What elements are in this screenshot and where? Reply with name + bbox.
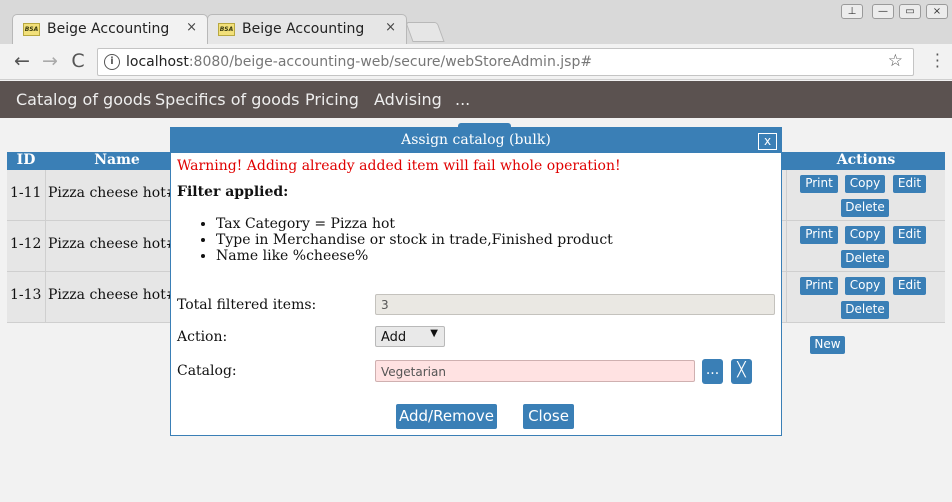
browser-tab-strip: BSA Beige Accounting × BSA Beige Account… xyxy=(0,0,952,44)
col-name-header: Name xyxy=(94,152,140,168)
filter-item: Name like %cheese% xyxy=(216,248,613,264)
warning-message: Warning! Adding already added item will … xyxy=(177,158,621,174)
row-name: Pizza cheese hot#2 xyxy=(48,236,187,252)
col-actions-header: Actions xyxy=(836,152,896,168)
new-button[interactable]: New xyxy=(810,336,845,354)
delete-button[interactable]: Delete xyxy=(841,250,889,268)
dialog-close-icon[interactable]: x xyxy=(758,133,777,150)
column-divider xyxy=(45,170,46,221)
total-items-field: 3 xyxy=(375,294,775,315)
browser-menu-icon[interactable]: · · · xyxy=(935,47,940,75)
tab-title: Beige Accounting xyxy=(47,21,170,37)
copy-button[interactable]: Copy xyxy=(845,175,885,193)
favicon-icon: BSA xyxy=(23,23,40,36)
assign-catalog-dialog: Assign catalog (bulk) x Warning! Adding … xyxy=(170,123,782,436)
filter-list: Tax Category = Pizza hot Type in Merchan… xyxy=(216,216,613,264)
browser-toolbar: ← → C i localhost:8080/beige-accounting-… xyxy=(0,44,952,80)
favicon-icon: BSA xyxy=(218,23,235,36)
total-items-label: Total filtered items: xyxy=(177,297,317,313)
column-divider xyxy=(45,272,46,323)
tab-title: Beige Accounting xyxy=(242,21,365,37)
info-icon[interactable]: i xyxy=(104,54,120,70)
nav-more[interactable]: ... xyxy=(455,90,470,109)
catalog-clear-button[interactable]: ╳ xyxy=(731,359,752,384)
print-button[interactable]: Print xyxy=(800,175,838,193)
edit-button[interactable]: Edit xyxy=(893,175,926,193)
tab-close-icon[interactable]: × xyxy=(385,20,396,35)
minimize-icon[interactable]: — xyxy=(872,4,894,19)
catalog-pick-button[interactable]: ... xyxy=(702,359,723,384)
print-button[interactable]: Print xyxy=(800,277,838,295)
nav-catalog-of-goods[interactable]: Catalog of goods xyxy=(16,90,151,109)
edit-button[interactable]: Edit xyxy=(893,277,926,295)
user-profile-icon[interactable]: ⊥ xyxy=(841,4,863,19)
url-text: localhost:8080/beige-accounting-web/secu… xyxy=(126,54,593,70)
copy-button[interactable]: Copy xyxy=(845,226,885,244)
print-button[interactable]: Print xyxy=(800,226,838,244)
browser-tab-active[interactable]: BSA Beige Accounting × xyxy=(12,14,208,44)
delete-button[interactable]: Delete xyxy=(841,199,889,217)
maximize-icon[interactable]: ▭ xyxy=(899,4,921,19)
nav-specifics-of-goods[interactable]: Specifics of goods xyxy=(155,90,299,109)
new-tab-button[interactable] xyxy=(405,22,445,42)
browser-tab[interactable]: BSA Beige Accounting × xyxy=(207,14,407,44)
copy-button[interactable]: Copy xyxy=(845,277,885,295)
catalog-field[interactable]: Vegetarian xyxy=(375,360,695,382)
nav-pricing[interactable]: Pricing xyxy=(305,90,359,109)
row-id: 1-13 xyxy=(10,287,42,303)
dropdown-caret-icon: ▼ xyxy=(430,328,438,339)
row-id: 1-11 xyxy=(10,185,42,201)
action-label: Action: xyxy=(177,329,228,345)
catalog-label: Catalog: xyxy=(177,363,237,379)
tab-close-icon[interactable]: × xyxy=(186,20,197,35)
filter-item: Tax Category = Pizza hot xyxy=(216,216,613,232)
forward-arrow-icon[interactable]: → xyxy=(38,50,62,72)
action-select-value: Add xyxy=(381,330,407,345)
filter-item: Type in Merchandise or stock in trade,Fi… xyxy=(216,232,613,248)
address-bar[interactable]: i localhost:8080/beige-accounting-web/se… xyxy=(97,48,914,76)
column-divider xyxy=(786,221,787,272)
edit-button[interactable]: Edit xyxy=(893,226,926,244)
add-remove-button[interactable]: Add/Remove xyxy=(396,404,497,429)
reload-icon[interactable]: C xyxy=(66,50,90,72)
column-divider xyxy=(786,170,787,221)
row-name: Pizza cheese hot#1 xyxy=(48,185,187,201)
delete-button[interactable]: Delete xyxy=(841,301,889,319)
action-select[interactable]: Add ▼ xyxy=(375,326,445,347)
close-button[interactable]: Close xyxy=(523,404,574,429)
dialog-title-bar[interactable]: Assign catalog (bulk) xyxy=(171,128,781,153)
col-id-header: ID xyxy=(16,152,36,168)
app-nav-bar: Catalog of goods Specifics of goods Pric… xyxy=(0,81,952,118)
window-close-icon[interactable]: × xyxy=(926,4,948,19)
bookmark-star-icon[interactable]: ☆ xyxy=(888,51,903,71)
column-divider xyxy=(786,272,787,323)
row-id: 1-12 xyxy=(10,236,42,252)
column-divider xyxy=(45,221,46,272)
nav-advising[interactable]: Advising xyxy=(374,90,442,109)
row-name: Pizza cheese hot#3 xyxy=(48,287,187,303)
back-arrow-icon[interactable]: ← xyxy=(10,50,34,72)
filter-heading: Filter applied: xyxy=(177,184,289,200)
